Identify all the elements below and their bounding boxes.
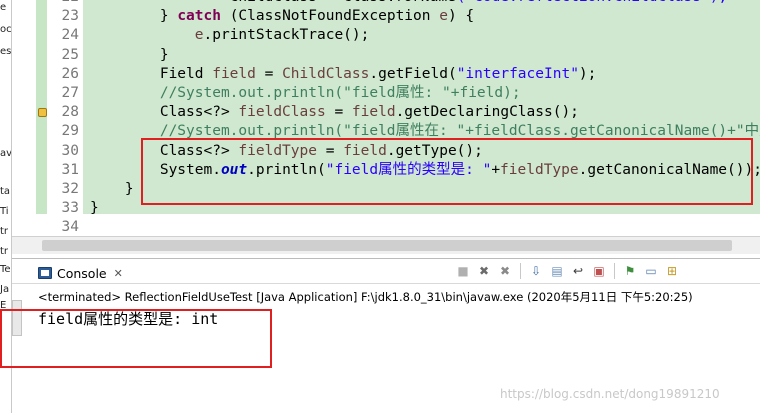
show-on-output-icon[interactable]: ▣	[591, 263, 607, 279]
code-line: 27 //System.out.println("field属性: "+fiel…	[12, 84, 760, 103]
terminate-icon[interactable]: ■	[455, 263, 471, 279]
explorer-fragment: Ja	[0, 284, 10, 295]
code-token: field	[212, 65, 256, 82]
code-token: //System.out.println("field属性在: "+fieldC…	[90, 123, 760, 140]
terminated-status: <terminated> ReflectionFieldUseTest [Jav…	[38, 290, 693, 304]
explorer-fragment: oc	[0, 24, 12, 35]
explorer-fragment: Ti	[0, 206, 9, 217]
explorer-fragment: tr	[0, 226, 9, 237]
explorer-fragment: av	[0, 148, 12, 159]
code-text: }	[90, 46, 169, 65]
pin-console-icon[interactable]: ⚑	[622, 263, 638, 279]
code-text: }	[90, 199, 99, 218]
code-token: //System.out.println("field属性: "+field);	[90, 85, 521, 101]
remove-launch-icon[interactable]: ✖	[476, 263, 492, 279]
code-token: .getDeclaringClass();	[395, 104, 579, 121]
code-token: }	[90, 8, 178, 25]
console-icon	[38, 267, 52, 279]
explorer-fragment: Te	[0, 264, 11, 275]
line-number: 24	[61, 27, 79, 44]
code-text: Field field = ChildClass.getField("inter…	[90, 65, 597, 84]
code-text: ChildClass = Class.forName("code.reflect…	[90, 0, 728, 7]
scroll-lock-icon[interactable]: ⇩	[528, 263, 544, 279]
code-token: }	[90, 200, 99, 217]
explorer-fragment: tr	[0, 246, 9, 257]
clear-console-icon[interactable]: ▤	[549, 263, 565, 279]
code-token: field	[351, 104, 396, 121]
remove-all-icon[interactable]: ✖	[497, 263, 513, 279]
toolbar-separator	[520, 263, 521, 279]
line-number: 34	[61, 219, 79, 236]
code-token: Field	[90, 65, 213, 82]
code-token: Class<?>	[90, 104, 239, 121]
explorer-fragment: e	[0, 2, 7, 13]
code-line: 23 } catch (ClassNotFoundException e) {	[12, 7, 760, 26]
code-line: 26 Field field = ChildClass.getField("in…	[12, 65, 760, 84]
code-token: (ClassNotFoundException	[220, 8, 440, 25]
highlight-box-output	[0, 309, 272, 368]
code-token: .printStackTrace();	[203, 27, 370, 44]
code-token: ChildClass = Class.	[90, 0, 396, 5]
watermark: https://blog.csdn.net/dong19891210	[500, 387, 720, 401]
code-token: }	[90, 46, 169, 63]
code-token: ChildClass	[282, 65, 370, 82]
scrollbar-thumb[interactable]	[42, 240, 732, 251]
close-icon[interactable]: ✕	[114, 267, 123, 280]
code-text: //System.out.println("field属性: "+field);	[90, 84, 521, 103]
code-token: ("code.reflection.ChildClass");	[457, 0, 728, 5]
code-token: =	[255, 65, 283, 82]
code-text: Class<?> fieldClass = field.getDeclaring…	[90, 103, 579, 122]
code-line: 25 }	[12, 46, 760, 65]
editor-horizontal-scrollbar[interactable]	[12, 236, 760, 254]
code-token: fieldClass	[238, 104, 326, 121]
code-text: e.printStackTrace();	[90, 26, 370, 45]
code-token: }	[90, 181, 134, 197]
explorer-fragment: es	[0, 46, 12, 57]
code-token: =	[325, 104, 352, 121]
code-line: 34	[12, 218, 760, 237]
explorer-fragment: ta	[0, 186, 11, 197]
word-wrap-icon[interactable]: ↩	[570, 263, 586, 279]
code-token: ) {	[447, 8, 475, 25]
line-number: 22	[47, 0, 79, 7]
line-number: 27	[61, 85, 79, 101]
code-token: e	[439, 8, 448, 25]
code-editor[interactable]: 22 ChildClass = Class.forName("code.refl…	[12, 0, 760, 258]
line-number: 31	[61, 161, 79, 178]
code-token: catch	[177, 8, 221, 25]
line-number: 30	[61, 142, 79, 159]
line-number: 29	[61, 123, 79, 140]
code-token: .getField(	[369, 65, 457, 82]
display-console-icon[interactable]: ▭	[643, 263, 659, 279]
code-text: }	[90, 180, 134, 199]
code-token: "interfaceInt"	[456, 65, 579, 82]
line-number: 23	[61, 8, 79, 25]
highlight-box-code	[141, 138, 753, 205]
console-tab-label: Console	[57, 265, 107, 281]
line-number: 28	[61, 104, 79, 121]
line-number: 25	[61, 46, 79, 63]
code-line: 28 Class<?> fieldClass = field.getDeclar…	[12, 103, 760, 122]
toolbar-separator	[614, 263, 615, 279]
tab-console[interactable]: Console ✕	[34, 262, 131, 284]
code-token: e	[194, 27, 204, 44]
line-number: 32	[61, 181, 79, 197]
code-text: } catch (ClassNotFoundException e) {	[90, 7, 474, 26]
line-number: 33	[61, 200, 79, 217]
code-token: );	[578, 65, 597, 82]
console-toolbar: ■ ✖ ✖ ⇩ ▤ ↩ ▣ ⚑ ▭ ⊞	[455, 261, 680, 281]
code-token: forName	[396, 0, 457, 5]
code-line: 24 e.printStackTrace();	[12, 26, 760, 45]
new-console-icon[interactable]: ⊞	[664, 263, 680, 279]
code-line: 22 ChildClass = Class.forName("code.refl…	[12, 0, 760, 7]
line-number: 26	[61, 65, 79, 82]
